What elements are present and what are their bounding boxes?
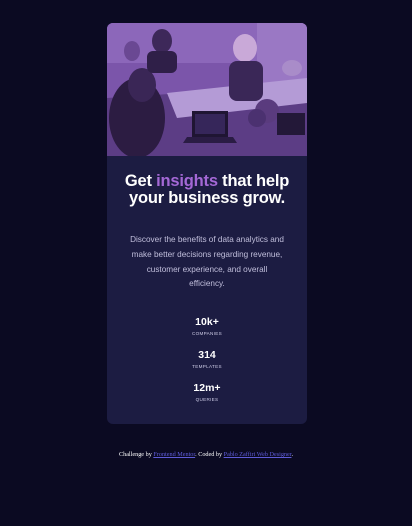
frontend-mentor-link[interactable]: Frontend Mentor <box>153 451 195 458</box>
headline: Get insights that help your business gro… <box>107 173 307 207</box>
stat-value: 10k+ <box>195 316 219 328</box>
stat-companies: 10k+ COMPANIES <box>107 316 307 338</box>
stat-label: COMPANIES <box>192 331 222 336</box>
hero-image <box>107 23 307 156</box>
author-link[interactable]: Pablo Zaffiri Web Designer <box>224 451 292 458</box>
stat-label: TEMPLATES <box>192 364 222 369</box>
stat-label: QUERIES <box>195 397 219 402</box>
stat-value: 314 <box>198 349 216 361</box>
stat-queries: 12m+ QUERIES <box>107 382 307 404</box>
stat-value: 12m+ <box>193 382 221 394</box>
office-team-photo <box>107 23 307 156</box>
stats-preview-card: Get insights that help your business gro… <box>107 23 307 424</box>
attribution-suffix: . <box>291 451 294 458</box>
stat-templates: 314 TEMPLATES <box>107 349 307 371</box>
description: Discover the benefits of data analytics … <box>130 235 284 289</box>
attribution: Challenge by Frontend Mentor. Coded by P… <box>0 451 412 458</box>
headline-start: Get <box>124 172 157 190</box>
headline-accent: insights <box>156 172 218 190</box>
attribution-coded-text: . Coded by <box>195 451 224 458</box>
attribution-challenge-text: Challenge by <box>118 451 154 458</box>
